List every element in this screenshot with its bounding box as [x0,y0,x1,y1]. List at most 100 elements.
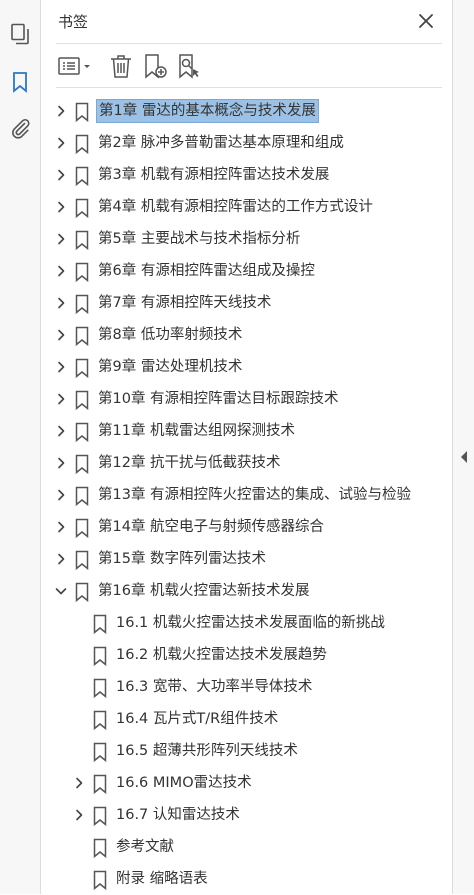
bookmark-row[interactable]: 第15章 数字阵列雷达技术 [42,543,452,575]
bookmark-row[interactable]: 附录 缩略语表 [42,863,452,895]
bookmark-row[interactable]: 第10章 有源相控阵雷达目标跟踪技术 [42,383,452,415]
bookmark-label[interactable]: 第7章 有源相控阵天线技术 [96,292,273,314]
bookmark-label[interactable]: 第6章 有源相控阵雷达组成及操控 [96,260,317,282]
chevron-right-icon[interactable] [54,360,68,374]
bookmark-row[interactable]: 第6章 有源相控阵雷达组成及操控 [42,255,452,287]
bookmark-row[interactable]: 第8章 低功率射频技术 [42,319,452,351]
chevron-right-icon[interactable] [54,264,68,278]
panel-title: 书签 [58,13,89,31]
chevron-right-icon[interactable] [54,104,68,118]
bookmark-row[interactable]: 16.3 宽带、大功率半导体技术 [42,671,452,703]
bookmark-label[interactable]: 16.6 MIMO雷达技术 [114,772,254,794]
attachments-icon[interactable] [8,116,32,140]
bookmark-label[interactable]: 第1章 雷达的基本概念与技术发展 [96,99,319,123]
collapse-panel-handle[interactable] [460,450,468,464]
chevron-right-icon[interactable] [72,808,86,822]
bookmark-label[interactable]: 第14章 航空电子与射频传感器综合 [96,516,326,538]
bookmark-row[interactable]: 第5章 主要战术与技术指标分析 [42,223,452,255]
bookmark-label[interactable]: 第10章 有源相控阵雷达目标跟踪技术 [96,388,341,410]
bookmark-label[interactable]: 第16章 机载火控雷达新技术发展 [96,580,312,602]
bookmark-icon [74,102,90,122]
bookmark-row[interactable]: 第14章 航空电子与射频传感器综合 [42,511,452,543]
chevron-right-icon[interactable] [54,296,68,310]
bookmark-icon [92,838,108,858]
bookmark-row[interactable]: 第4章 机载有源相控阵雷达的工作方式设计 [42,191,452,223]
new-bookmark-button[interactable] [142,51,170,81]
chevron-right-icon[interactable] [54,200,68,214]
bookmark-from-selection-button[interactable] [176,51,204,81]
bookmark-label[interactable]: 16.2 机载火控雷达技术发展趋势 [114,644,329,666]
bookmark-row[interactable]: 16.6 MIMO雷达技术 [42,767,452,799]
bookmark-icon [74,550,90,570]
bookmark-row[interactable]: 16.5 超薄共形阵列天线技术 [42,735,452,767]
chevron-right-icon[interactable] [54,552,68,566]
bookmark-label[interactable]: 16.3 宽带、大功率半导体技术 [114,676,314,698]
chevron-right-icon[interactable] [54,232,68,246]
bookmark-row[interactable]: 第3章 机载有源相控阵雷达技术发展 [42,159,452,191]
bookmark-label[interactable]: 第5章 主要战术与技术指标分析 [96,228,302,250]
bookmark-label[interactable]: 第4章 机载有源相控阵雷达的工作方式设计 [96,196,375,218]
close-panel-button[interactable] [415,10,437,32]
bookmark-from-selection-icon [179,54,199,79]
bookmark-label[interactable]: 第13章 有源相控阵火控雷达的集成、试验与检验 [96,484,413,506]
chevron-right-icon[interactable] [54,424,68,438]
chevron-right-icon[interactable] [54,488,68,502]
bookmark-label[interactable]: 16.5 超薄共形阵列天线技术 [114,740,300,762]
panel-resize-strip[interactable] [452,0,474,894]
bookmark-row[interactable]: 第12章 抗干扰与低截获技术 [42,447,452,479]
bookmark-icon [92,678,108,698]
bookmark-icon [74,262,90,282]
bookmark-row[interactable]: 16.2 机载火控雷达技术发展趋势 [42,639,452,671]
bookmark-label[interactable]: 第11章 机载雷达组网探测技术 [96,420,297,442]
caret-left-icon [461,451,467,463]
bookmark-row[interactable]: 16.1 机载火控雷达技术发展面临的新挑战 [42,607,452,639]
chevron-down-icon[interactable] [54,584,68,598]
bookmark-label[interactable]: 第9章 雷达处理机技术 [96,356,244,378]
bookmark-row[interactable]: 第11章 机载雷达组网探测技术 [42,415,452,447]
chevron-right-icon[interactable] [54,520,68,534]
trash-icon [111,55,131,78]
bookmark-label[interactable]: 附录 缩略语表 [114,868,210,890]
bookmark-row[interactable]: 第7章 有源相控阵天线技术 [42,287,452,319]
bookmark-row[interactable]: 16.4 瓦片式T/R组件技术 [42,703,452,735]
chevron-right-icon[interactable] [72,776,86,790]
chevron-right-icon[interactable] [54,392,68,406]
bookmark-icon [74,518,90,538]
bookmark-icon [74,390,90,410]
bookmark-row[interactable]: 16.7 认知雷达技术 [42,799,452,831]
chevron-right-icon[interactable] [54,328,68,342]
bookmark-row[interactable]: 参考文献 [42,831,452,863]
bookmark-icon [74,582,90,602]
bookmark-label[interactable]: 第2章 脉冲多普勒雷达基本原理和组成 [96,132,346,154]
navigation-rail [0,0,41,894]
bookmark-label[interactable]: 16.4 瓦片式T/R组件技术 [114,708,280,730]
panel-header: 书签 [42,0,452,44]
bookmarks-panel: 书签 第1章 雷达的基本概念与技术发展 第2章 脉冲多普勒雷达基本原理和组成 第… [42,0,452,894]
new-bookmark-icon [145,54,167,79]
bookmarks-icon[interactable] [8,70,32,94]
bookmark-row[interactable]: 第9章 雷达处理机技术 [42,351,452,383]
bookmark-label[interactable]: 参考文献 [114,836,176,858]
bookmark-label[interactable]: 第12章 抗干扰与低截获技术 [96,452,283,474]
bookmark-label[interactable]: 16.1 机载火控雷达技术发展面临的新挑战 [114,612,387,634]
page-thumbnails-icon[interactable] [8,22,32,46]
toolbar-divider [56,87,442,88]
bookmark-label[interactable]: 第3章 机载有源相控阵雷达技术发展 [96,164,331,186]
bookmark-label[interactable]: 第15章 数字阵列雷达技术 [96,548,268,570]
bookmark-row[interactable]: 第16章 机载火控雷达新技术发展 [42,575,452,607]
bookmark-row[interactable]: 第13章 有源相控阵火控雷达的集成、试验与检验 [42,479,452,511]
chevron-right-icon[interactable] [54,136,68,150]
bookmark-icon [74,326,90,346]
bookmark-label[interactable]: 第8章 低功率射频技术 [96,324,244,346]
delete-bookmark-button[interactable] [108,51,134,81]
bookmark-row[interactable]: 第1章 雷达的基本概念与技术发展 [42,95,452,127]
chevron-right-icon[interactable] [54,168,68,182]
bookmark-icon [74,134,90,154]
chevron-right-icon[interactable] [54,456,68,470]
bookmark-label[interactable]: 16.7 认知雷达技术 [114,804,242,826]
bookmark-row[interactable]: 第2章 脉冲多普勒雷达基本原理和组成 [42,127,452,159]
bookmark-icon [92,806,108,826]
bookmark-icon [92,646,108,666]
options-menu-button[interactable] [56,51,94,81]
close-icon [419,14,433,28]
